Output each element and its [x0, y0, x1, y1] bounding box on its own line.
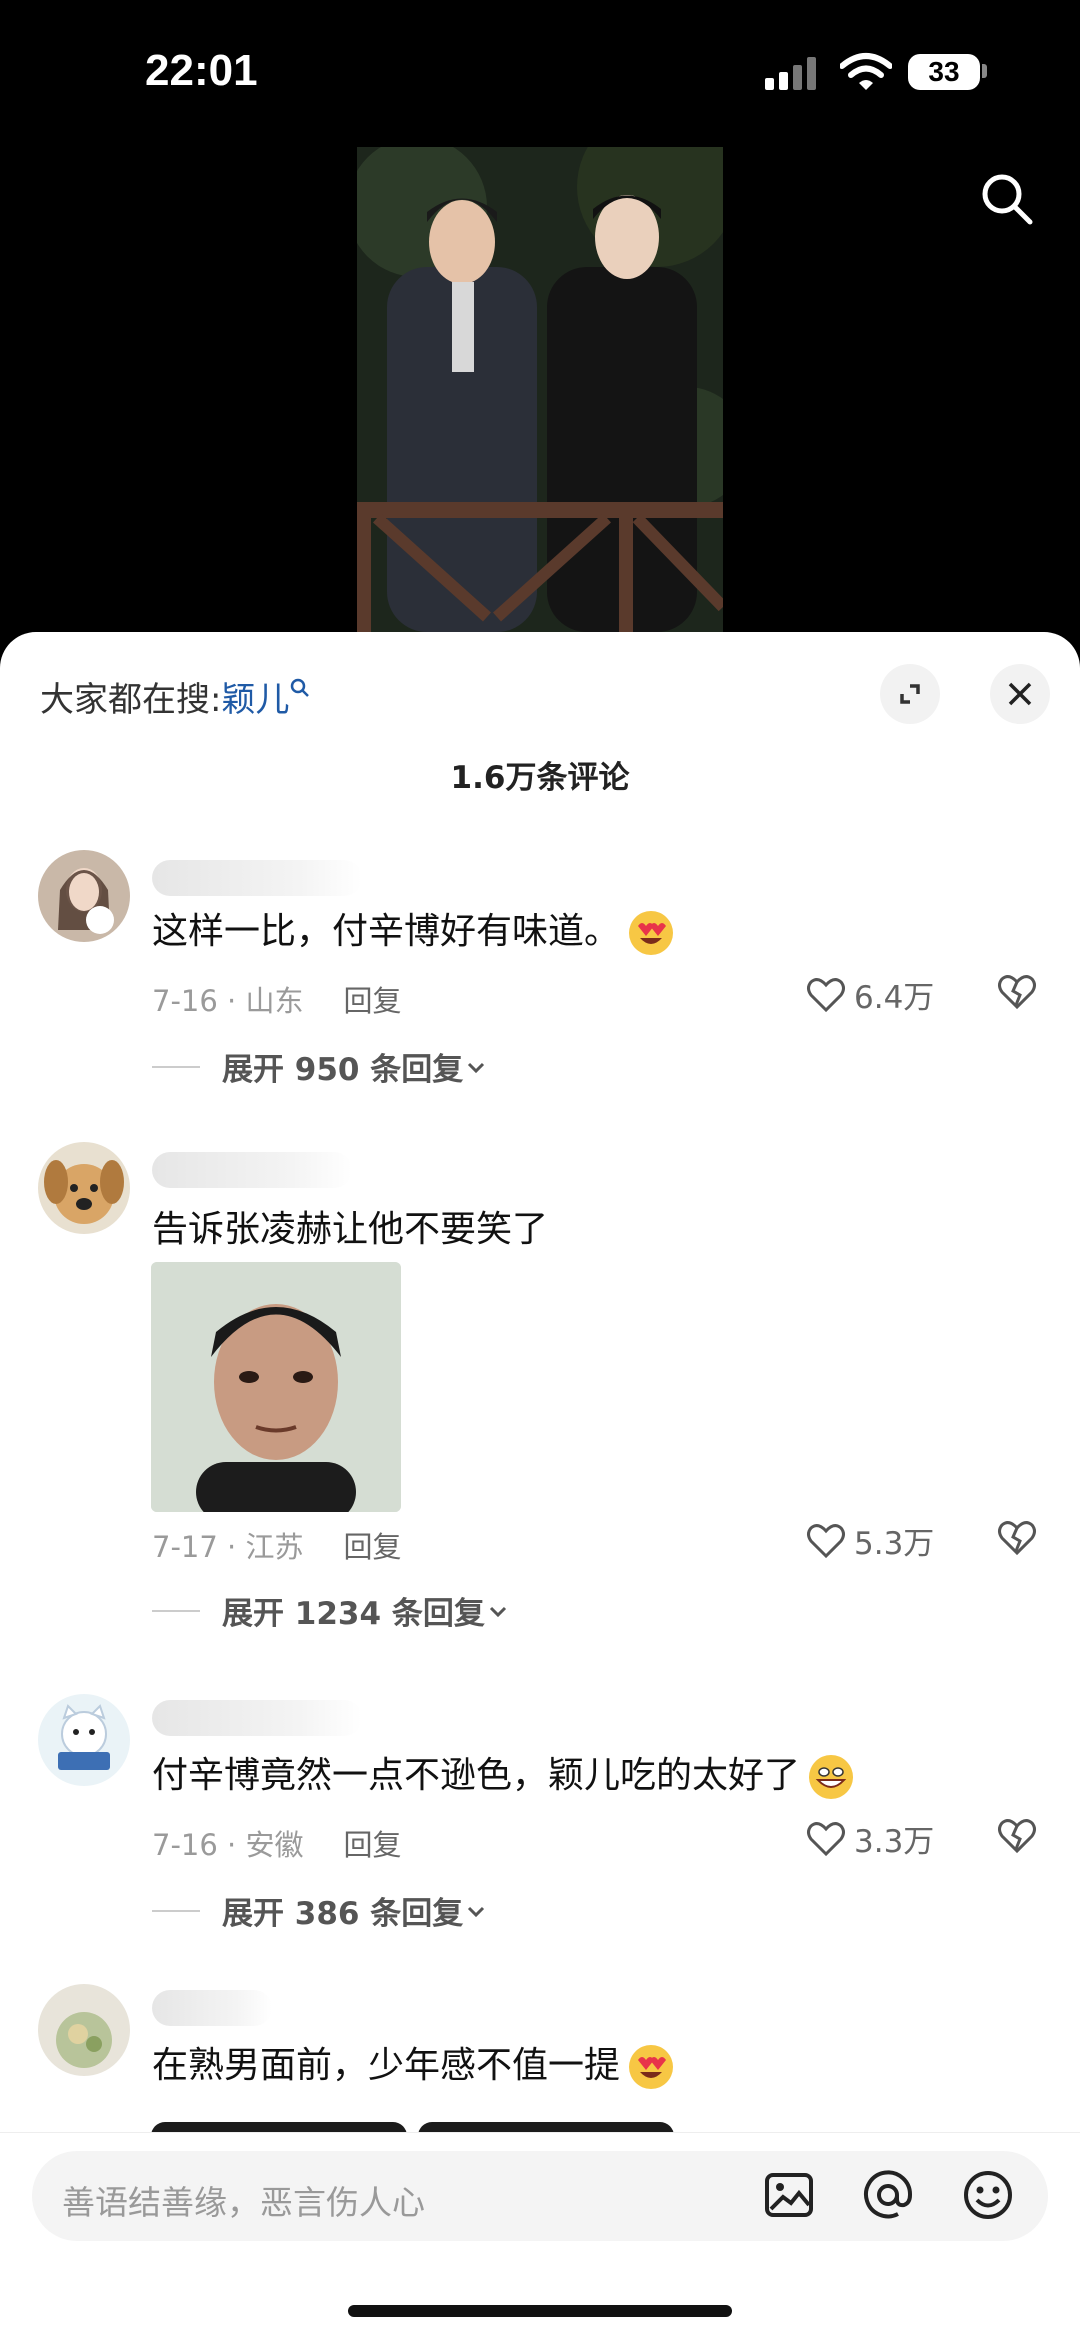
comment-image[interactable]	[151, 1262, 401, 1512]
hot-search-keyword[interactable]: 颖儿	[221, 680, 289, 720]
chevron-down-icon	[489, 1606, 506, 1617]
divider-line	[152, 1065, 200, 1068]
expand-replies[interactable]: 展开 386 条回复	[152, 1888, 489, 1933]
hot-search-prefix: 大家都在搜:	[40, 680, 222, 720]
search-small-icon	[291, 678, 310, 697]
reply-button[interactable]: 回复	[343, 1530, 401, 1564]
heart-eyes-emoji	[629, 911, 674, 955]
broken-heart-icon[interactable]	[996, 1518, 1038, 1558]
battery-tip	[982, 64, 987, 78]
expand-replies[interactable]: 展开 1234 条回复	[152, 1588, 511, 1633]
comment-text: 付辛博竟然一点不逊色，颖儿吃的太好了	[152, 1746, 856, 1802]
close-button[interactable]	[990, 664, 1050, 724]
expand-button[interactable]	[880, 664, 940, 724]
hot-search[interactable]: 大家都在搜:颖儿	[40, 672, 311, 721]
broken-heart-icon[interactable]	[996, 972, 1038, 1012]
image-icon[interactable]	[763, 2169, 815, 2221]
like-count: 6.4万	[854, 980, 935, 1016]
comment-meta: 7-17 · 江苏 回复	[152, 1530, 402, 1564]
like-button[interactable]: 5.3万	[806, 1518, 934, 1563]
comment-text: 这样一比，付辛博好有味道。	[152, 902, 676, 958]
like-button[interactable]: 6.4万	[806, 972, 934, 1017]
heart-icon	[807, 1821, 845, 1856]
at-icon[interactable]	[862, 2169, 914, 2221]
home-indicator	[348, 2305, 732, 2317]
chevron-down-icon	[468, 1062, 485, 1073]
comment-input-bar: 善语结善缘，恶言伤人心	[0, 2132, 1080, 2341]
video-photo	[357, 147, 723, 632]
search-icon[interactable]	[978, 170, 1034, 226]
comment-count: 1.6万条评论	[450, 760, 630, 796]
divider-line	[152, 1609, 200, 1612]
comment-text: 在熟男面前，少年感不值一提	[152, 2036, 676, 2092]
like-count: 3.3万	[854, 1824, 935, 1860]
signal-icon	[765, 56, 825, 90]
username-blurred[interactable]	[152, 1700, 362, 1736]
comment-meta: 7-16 · 安徽 回复	[152, 1828, 402, 1862]
reply-button[interactable]: 回复	[343, 984, 401, 1018]
expand-icon	[900, 684, 920, 704]
username-blurred[interactable]	[152, 1990, 272, 2026]
heart-icon	[807, 1523, 845, 1558]
avatar[interactable]	[38, 1984, 130, 2076]
battery-indicator: 33	[908, 54, 980, 90]
avatar[interactable]	[38, 1142, 130, 1234]
video-thumbnail[interactable]	[357, 147, 723, 632]
comment-meta: 7-16 · 山东 回复	[152, 984, 402, 1018]
comment-text: 告诉张凌赫让他不要笑了	[152, 1209, 549, 1250]
reply-button[interactable]: 回复	[343, 1828, 401, 1862]
avatar[interactable]	[38, 1694, 130, 1786]
like-count: 5.3万	[854, 1526, 935, 1562]
heart-icon	[807, 977, 845, 1012]
input-placeholder: 善语结善缘，恶言伤人心	[62, 2183, 425, 2222]
divider-line	[152, 1909, 200, 1912]
username-blurred[interactable]	[152, 860, 362, 896]
smiley-icon[interactable]	[962, 2169, 1014, 2221]
expand-replies[interactable]: 展开 950 条回复	[152, 1044, 489, 1089]
status-time: 22:01	[145, 46, 258, 95]
broken-heart-icon[interactable]	[996, 1816, 1038, 1856]
like-button[interactable]: 3.3万	[806, 1816, 934, 1861]
status-bar: 22:01 33	[0, 0, 1080, 140]
comment-sheet: 大家都在搜:颖儿 1.6万条评论 这样一比，付辛博好有味道。 7-16 · 山东…	[0, 632, 1080, 2340]
avatar[interactable]	[38, 850, 130, 942]
heart-eyes-emoji	[629, 2045, 674, 2089]
close-icon	[1008, 682, 1032, 706]
wifi-icon	[840, 53, 892, 90]
username-blurred[interactable]	[152, 1152, 352, 1188]
grinning-emoji	[809, 1755, 854, 1799]
chevron-down-icon	[468, 1906, 485, 1917]
